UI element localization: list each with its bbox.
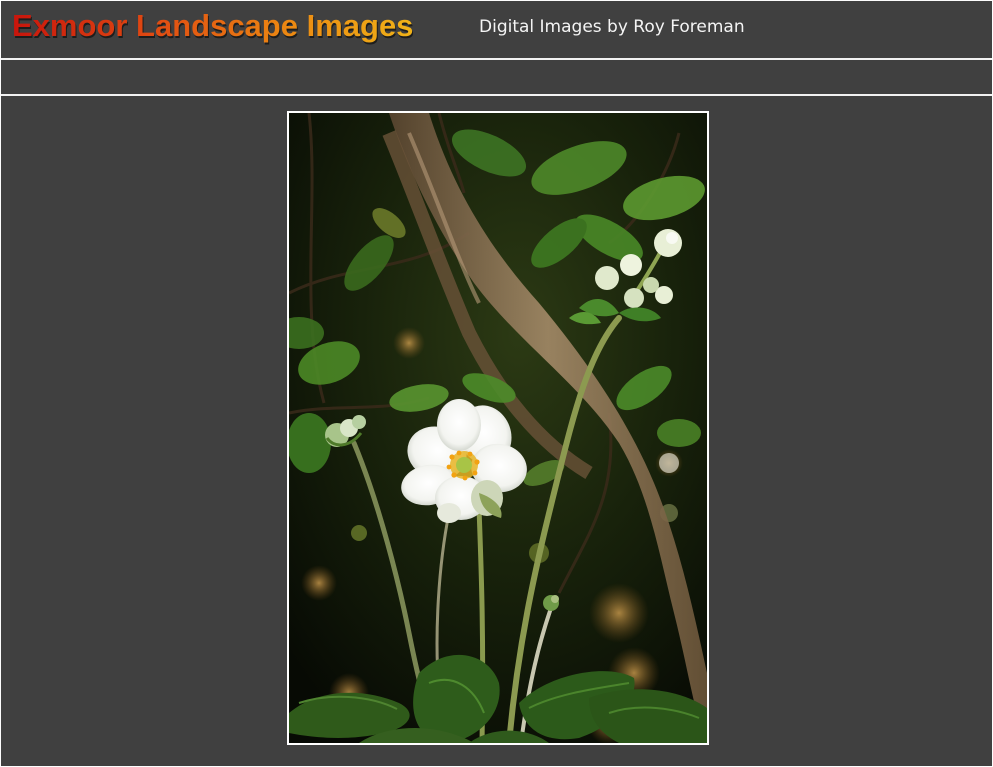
- nav-divider: [1, 94, 992, 96]
- site-header: Exmoor Landscape Images Digital Images b…: [1, 1, 992, 57]
- site-title[interactable]: Exmoor Landscape Images: [12, 8, 413, 44]
- page-frame: Exmoor Landscape Images Digital Images b…: [1, 1, 992, 766]
- nav-bar: [1, 60, 992, 94]
- photo-anemone-image: [289, 113, 707, 743]
- site-subtitle: Digital Images by Roy Foreman: [479, 17, 745, 37]
- main-photo[interactable]: [287, 111, 709, 745]
